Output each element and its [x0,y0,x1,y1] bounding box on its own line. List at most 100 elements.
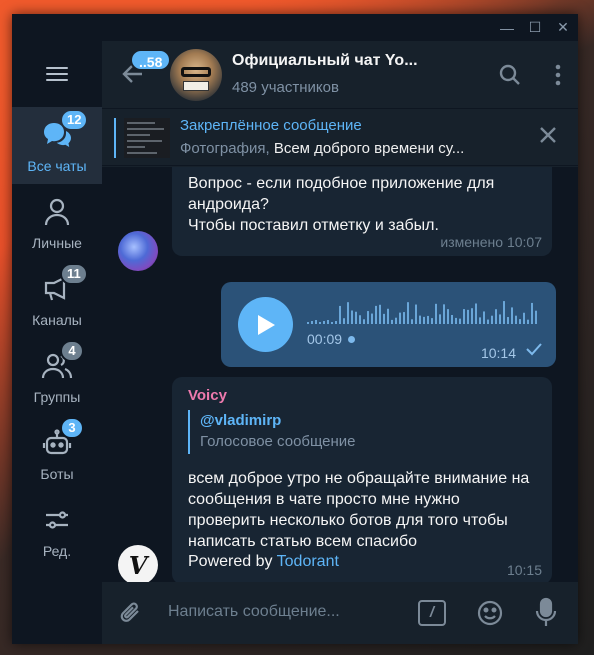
edit-folders-icon [40,503,74,537]
pinned-message-bar[interactable]: Закреплённое сообщение Фотография, Всем … [102,110,578,166]
sidebar-item-channels[interactable]: 11 Каналы [12,261,102,338]
waveform-bar [311,321,313,324]
sidebar-item-label: Группы [33,388,81,405]
waveform-bar [439,314,441,324]
message-list[interactable]: Вопрос - если подобное приложение для ан… [102,167,578,582]
message-text: всем доброе утро не обращайте внимание н… [188,470,530,550]
waveform-bar [307,322,309,324]
play-button[interactable] [238,297,293,352]
waveform-bar [331,322,333,324]
bot-icon: 3 [40,416,84,460]
waveform-bar [507,317,509,324]
pinned-title: Закреплённое сообщение [180,117,362,134]
chat-avatar[interactable] [170,49,222,101]
waveform-bar [355,311,357,324]
powered-by-line: Powered by Todorant [188,553,339,570]
waveform-bar [371,313,373,324]
waveform-bar [339,305,341,324]
microphone-icon [535,597,557,626]
sidebar-item-bots[interactable]: 3 Боты [12,415,102,492]
close-window-button[interactable]: ✕ [550,14,576,41]
waveform-bar [519,319,521,324]
message-bubble[interactable]: Вопрос - если подобное приложение для ан… [172,167,552,256]
maximize-button[interactable]: ☐ [522,14,548,41]
title-bar: — ☐ ✕ [12,14,578,41]
waveform-bar [495,309,497,324]
waveform-bar [443,304,445,324]
voice-message-bubble[interactable]: 00:09 10:14 [221,282,556,367]
sidebar-item-personal[interactable]: Личные [12,184,102,261]
waveform-bar [383,313,385,324]
telegram-window: — ☐ ✕ 12 Все чаты Личные 11 Каналы 4 Гру… [12,14,578,644]
chat-title[interactable]: Официальный чат Yo... [232,52,418,70]
waveform-bar [327,320,329,324]
waveform-bar [319,322,321,324]
waveform-bar [527,319,529,324]
pinned-preview: Фотография, Всем доброго времени су... [180,140,464,157]
sidebar-item-label: Каналы [32,311,82,328]
waveform-bar [431,318,433,324]
waveform-bar [523,312,525,324]
waveform-bar [531,302,533,324]
pinned-photo-thumbnail [124,118,170,158]
waveform-bar [403,312,405,324]
waveform-bar [407,302,409,324]
waveform-bar [427,315,429,324]
emoji-button[interactable] [476,599,504,627]
sidebar-item-label: Боты [40,465,74,482]
person-icon [40,195,74,229]
play-icon [257,314,275,335]
message-time: 10:14 [480,345,516,361]
waveform-bar [343,318,345,324]
waveform-bar [455,317,457,324]
hamburger-icon [46,63,68,85]
voicy-avatar[interactable]: V [118,545,158,582]
waveform-bar [483,311,485,324]
waveform[interactable] [307,298,542,325]
message-bubble[interactable]: Voicy @vladimirp Голосовое сообщение все… [172,377,552,582]
waveform-bar [379,304,381,324]
pinned-text: Всем доброго времени су... [273,140,465,157]
waveform-bar [411,319,413,324]
more-menu-button[interactable] [546,63,570,87]
unpin-button[interactable] [536,125,560,149]
waveform-bar [435,303,437,324]
sidebar-item-edit[interactable]: Ред. [12,492,102,569]
todorant-link[interactable]: Todorant [277,553,339,570]
waveform-bar [499,314,501,324]
main-menu-button[interactable] [12,41,102,107]
search-button[interactable] [498,63,522,87]
reply-quote[interactable]: @vladimirp Голосовое сообщение [188,410,356,454]
sidebar-item-label: Все чаты [27,157,87,174]
waveform-bar [535,310,537,324]
pinned-prefix: Фотография, [180,140,270,157]
sidebar-item-groups[interactable]: 4 Группы [12,338,102,415]
bot-commands-button[interactable]: / [418,600,446,626]
waveform-bar [475,303,477,324]
waveform-bar [375,305,377,324]
waveform-bar [423,316,425,324]
message-text: Вопрос - если подобное приложение для ан… [188,175,495,234]
unread-count-badge: ..58 [130,49,172,71]
channel-icon: 11 [40,262,88,306]
unread-badge: 3 [60,416,84,439]
attach-button[interactable] [118,600,144,626]
read-check-icon [526,342,542,361]
sender-name[interactable]: Voicy [188,387,227,404]
waveform-bar [363,319,365,324]
waveform-bar [463,309,465,324]
compose-bar: Написать сообщение... / [102,582,578,644]
waveform-bar [415,304,417,324]
minimize-button[interactable]: — [494,14,520,41]
waveform-bar [451,315,453,324]
close-icon [540,127,556,143]
sender-avatar[interactable] [118,231,158,271]
voice-record-button[interactable] [534,597,558,629]
waveform-bar [399,312,401,324]
more-vertical-icon [555,64,561,86]
reply-text: Голосовое сообщение [200,433,356,450]
sidebar-item-all-chats[interactable]: 12 Все чаты [12,107,102,184]
waveform-bar [387,308,389,324]
message-input[interactable]: Написать сообщение... [168,603,340,621]
pin-indicator [114,118,116,158]
